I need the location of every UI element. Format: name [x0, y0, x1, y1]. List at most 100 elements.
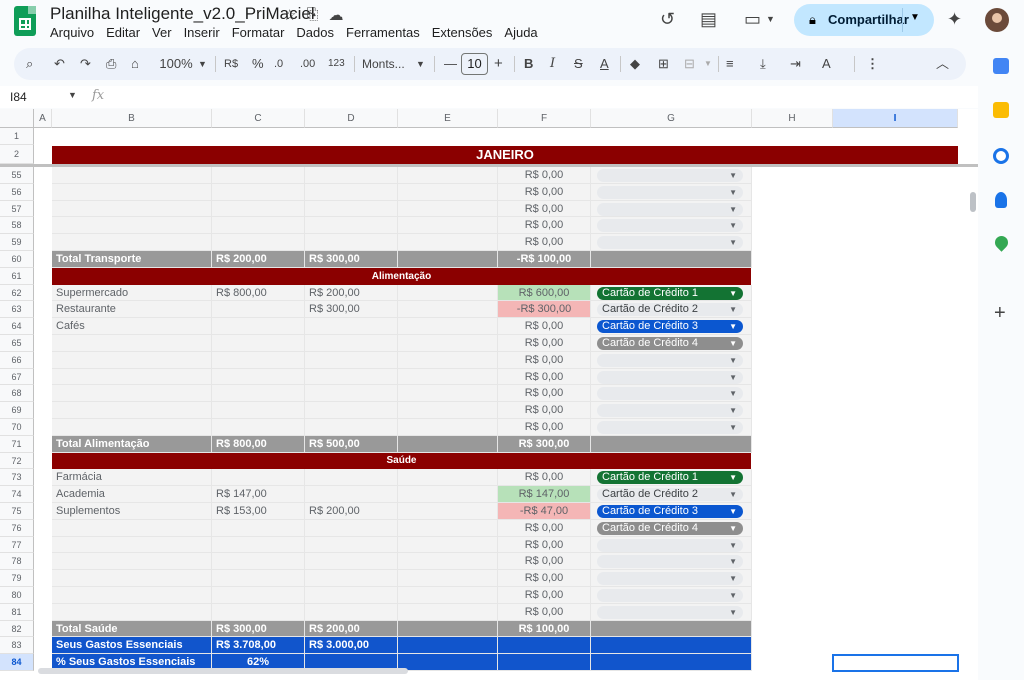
zoom-select[interactable]: 100% [158, 54, 194, 74]
row-header[interactable]: 70 [0, 419, 34, 436]
cell-e59[interactable] [398, 234, 498, 251]
cell-c55[interactable] [212, 167, 305, 184]
dropdown-arrow-icon[interactable]: ▼ [729, 488, 737, 501]
spreadsheet-grid[interactable]: A B C D E F G H I 1 2 JANEIRO 55 R$ 0,00 ▼ 56 R$ 0,00 ▼ 57… [0, 109, 978, 680]
dropdown-arrow-icon[interactable]: ▼ [729, 169, 737, 182]
cell-e73[interactable] [398, 469, 498, 486]
contacts-icon[interactable] [995, 192, 1007, 208]
cell-b67[interactable] [52, 369, 212, 385]
payment-method-dropdown[interactable]: ▼ [597, 219, 743, 232]
column-header-a[interactable]: A [34, 109, 52, 128]
select-all-corner[interactable] [0, 109, 34, 128]
merge-dropdown-icon[interactable]: ▼ [704, 54, 712, 74]
cell-g79[interactable]: ▼ [591, 570, 752, 587]
cell-c74[interactable]: R$ 147,00 [212, 486, 305, 503]
dropdown-arrow-icon[interactable]: ▼ [729, 387, 737, 400]
payment-method-dropdown[interactable]: Cartão de Crédito 4 ▼ [597, 337, 743, 350]
redo-icon[interactable]: ↷ [80, 54, 91, 74]
cell-c56[interactable] [212, 184, 305, 201]
vertical-scrollbar[interactable] [970, 192, 976, 212]
dropdown-arrow-icon[interactable]: ▼ [729, 572, 737, 585]
cell-e62[interactable] [398, 285, 498, 301]
cell-d56[interactable] [305, 184, 398, 201]
column-header-f[interactable]: F [498, 109, 591, 128]
row-header[interactable]: 2 [0, 145, 34, 164]
menu-item-editar[interactable]: Editar [106, 25, 146, 40]
cell-d67[interactable] [305, 369, 398, 385]
cell-g71[interactable] [591, 436, 752, 453]
dropdown-arrow-icon[interactable]: ▼ [729, 337, 737, 350]
cell-c80[interactable] [212, 587, 305, 604]
cell-g60[interactable] [591, 251, 752, 268]
row-header[interactable]: 79 [0, 570, 34, 587]
star-icon[interactable]: ☆ [283, 6, 296, 24]
row-header[interactable]: 64 [0, 318, 34, 335]
cell-e81[interactable] [398, 604, 498, 621]
cell-c62[interactable]: R$ 800,00 [212, 285, 305, 301]
menu-item-ferramentas[interactable]: Ferramentas [346, 25, 426, 40]
menu-item-inserir[interactable]: Inserir [184, 25, 226, 40]
cell-c64[interactable] [212, 318, 305, 335]
cell-e75[interactable] [398, 503, 498, 520]
cell-f57[interactable]: R$ 0,00 [498, 201, 591, 217]
cell-d76[interactable] [305, 520, 398, 537]
zoom-dropdown-icon[interactable]: ▼ [198, 54, 207, 74]
cell-e58[interactable] [398, 217, 498, 234]
bold-icon[interactable]: B [524, 54, 533, 74]
menu-item-dados[interactable]: Dados [296, 25, 340, 40]
text-rotation-icon[interactable]: A [822, 54, 831, 74]
cell-d65[interactable] [305, 335, 398, 352]
menu-item-extensões[interactable]: Extensões [432, 25, 499, 40]
share-dropdown-icon[interactable]: ▼ [910, 12, 920, 23]
cell-e67[interactable] [398, 369, 498, 385]
meet-icon[interactable]: ▭ [744, 9, 761, 30]
cell-b80[interactable] [52, 587, 212, 604]
fill-color-icon[interactable]: ◆ [630, 54, 640, 74]
cell-c58[interactable] [212, 217, 305, 234]
cell-d73[interactable] [305, 469, 398, 486]
cell-f67[interactable]: R$ 0,00 [498, 369, 591, 385]
cell-c83[interactable]: R$ 3.708,00 [212, 637, 305, 654]
cell-b55[interactable] [52, 167, 212, 184]
cell-c70[interactable] [212, 419, 305, 436]
payment-method-dropdown[interactable]: ▼ [597, 203, 743, 216]
cell-c76[interactable] [212, 520, 305, 537]
cell-g81[interactable]: ▼ [591, 604, 752, 621]
payment-method-dropdown[interactable]: ▼ [597, 589, 743, 602]
cell-e56[interactable] [398, 184, 498, 201]
payment-method-dropdown[interactable]: ▼ [597, 387, 743, 400]
cell-b64[interactable]: Cafés [52, 318, 212, 335]
cell-g74[interactable]: Cartão de Crédito 2 ▼ [591, 486, 752, 503]
column-header-g[interactable]: G [591, 109, 752, 128]
cell-c66[interactable] [212, 352, 305, 369]
cell-g55[interactable]: ▼ [591, 167, 752, 184]
cell-f65[interactable]: R$ 0,00 [498, 335, 591, 352]
row-header[interactable]: 77 [0, 537, 34, 553]
cell-d59[interactable] [305, 234, 398, 251]
cell-f82[interactable]: R$ 100,00 [498, 621, 591, 637]
row-header[interactable]: 69 [0, 402, 34, 419]
cell-g70[interactable]: ▼ [591, 419, 752, 436]
row-header[interactable]: 59 [0, 234, 34, 251]
cell-g76[interactable]: Cartão de Crédito 4 ▼ [591, 520, 752, 537]
cell-b75[interactable]: Suplementos [52, 503, 212, 520]
cell-e77[interactable] [398, 537, 498, 553]
menu-item-ajuda[interactable]: Ajuda [504, 25, 543, 40]
font-size-input[interactable]: 10 [461, 53, 488, 75]
row-header[interactable]: 78 [0, 553, 34, 570]
cell-e71[interactable] [398, 436, 498, 453]
row-header[interactable]: 67 [0, 369, 34, 385]
dropdown-arrow-icon[interactable]: ▼ [729, 186, 737, 199]
cell-d80[interactable] [305, 587, 398, 604]
payment-method-dropdown[interactable]: ▼ [597, 555, 743, 568]
cell-b83[interactable]: Seus Gastos Essenciais [52, 637, 212, 654]
cell-g80[interactable]: ▼ [591, 587, 752, 604]
column-header-c[interactable]: C [212, 109, 305, 128]
dropdown-arrow-icon[interactable]: ▼ [729, 219, 737, 232]
dropdown-arrow-icon[interactable]: ▼ [729, 522, 737, 535]
cell-e83[interactable] [398, 637, 498, 654]
cell-f71[interactable]: R$ 300,00 [498, 436, 591, 453]
cell-d63[interactable]: R$ 300,00 [305, 301, 398, 318]
cell-e65[interactable] [398, 335, 498, 352]
cell-c60[interactable]: R$ 200,00 [212, 251, 305, 268]
